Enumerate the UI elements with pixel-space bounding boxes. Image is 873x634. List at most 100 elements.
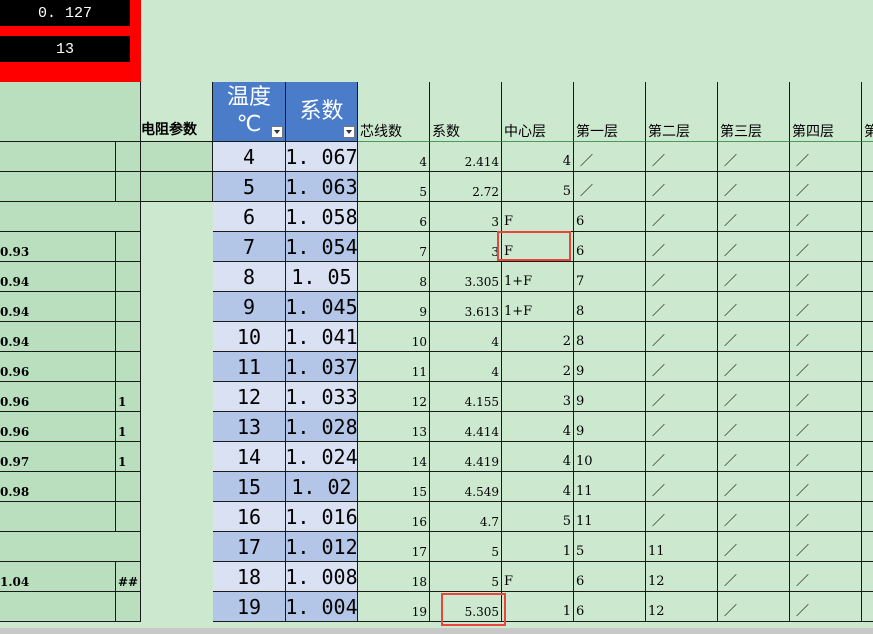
row-core-count[interactable]: 13: [358, 412, 430, 442]
row-layer-1[interactable]: 8: [574, 292, 646, 322]
row-layer-4[interactable]: ／: [790, 502, 862, 532]
row-layer-5[interactable]: [862, 262, 873, 292]
row-layer-1[interactable]: 8: [574, 322, 646, 352]
row-coef[interactable]: 3: [430, 232, 502, 262]
header-coefficient[interactable]: 系数: [286, 82, 358, 142]
row-flag[interactable]: [116, 472, 141, 502]
row-layer-2[interactable]: ／: [646, 442, 718, 472]
row-flag[interactable]: [116, 142, 141, 172]
row-param-blank[interactable]: [141, 142, 213, 172]
row-temperature[interactable]: 9: [213, 292, 286, 322]
row-center-layer[interactable]: 3: [502, 382, 574, 412]
row-center-layer[interactable]: 4: [502, 472, 574, 502]
row-param-value[interactable]: [0, 142, 116, 172]
row-core-count[interactable]: 8: [358, 262, 430, 292]
row-param-value[interactable]: [0, 202, 141, 232]
row-center-layer[interactable]: F: [502, 562, 574, 592]
row-param-value[interactable]: [0, 172, 116, 202]
row-layer-4[interactable]: ／: [790, 532, 862, 562]
row-temp-coefficient[interactable]: 1. 012: [286, 532, 358, 562]
row-temperature[interactable]: 8: [213, 262, 286, 292]
row-coef[interactable]: 4.419: [430, 442, 502, 472]
row-param-blank[interactable]: [141, 352, 213, 382]
row-layer-1[interactable]: 9: [574, 382, 646, 412]
row-coef[interactable]: 5: [430, 562, 502, 592]
row-layer-4[interactable]: ／: [790, 352, 862, 382]
row-layer-1[interactable]: 6: [574, 562, 646, 592]
row-param-value[interactable]: 0.96: [0, 382, 116, 412]
row-layer-5[interactable]: [862, 532, 873, 562]
row-center-layer[interactable]: 4: [502, 442, 574, 472]
row-layer-3[interactable]: ／: [718, 472, 790, 502]
row-temp-coefficient[interactable]: 1. 045: [286, 292, 358, 322]
row-layer-2[interactable]: ／: [646, 412, 718, 442]
row-layer-2[interactable]: ／: [646, 292, 718, 322]
row-center-layer[interactable]: 5: [502, 172, 574, 202]
row-layer-1[interactable]: 9: [574, 352, 646, 382]
row-core-count[interactable]: 16: [358, 502, 430, 532]
row-layer-1[interactable]: 5: [574, 532, 646, 562]
row-flag[interactable]: [116, 502, 141, 532]
row-coef[interactable]: 5: [430, 532, 502, 562]
header-layer-2[interactable]: 第二层: [646, 82, 718, 142]
row-center-layer[interactable]: 4: [502, 142, 574, 172]
row-layer-3[interactable]: ／: [718, 202, 790, 232]
row-temp-coefficient[interactable]: 1. 028: [286, 412, 358, 442]
row-coef[interactable]: 4.7: [430, 502, 502, 532]
row-temperature[interactable]: 14: [213, 442, 286, 472]
row-layer-5[interactable]: [862, 562, 873, 592]
row-coef[interactable]: 5.305: [430, 592, 502, 622]
row-core-count[interactable]: 11: [358, 352, 430, 382]
row-core-count[interactable]: 10: [358, 322, 430, 352]
row-param-value[interactable]: 0.93: [0, 232, 116, 262]
row-coef[interactable]: 4.549: [430, 472, 502, 502]
row-param-blank[interactable]: [141, 592, 213, 622]
row-param-value[interactable]: 0.94: [0, 292, 116, 322]
row-layer-3[interactable]: ／: [718, 382, 790, 412]
header-blank-a[interactable]: [0, 82, 141, 142]
row-layer-3[interactable]: ／: [718, 262, 790, 292]
row-core-count[interactable]: 4: [358, 142, 430, 172]
row-layer-1[interactable]: ／: [574, 172, 646, 202]
row-param-value[interactable]: [0, 532, 141, 562]
header-layer-4[interactable]: 第四层: [790, 82, 862, 142]
row-temp-coefficient[interactable]: 1. 024: [286, 442, 358, 472]
row-param-blank[interactable]: [141, 262, 213, 292]
row-layer-4[interactable]: ／: [790, 292, 862, 322]
row-layer-4[interactable]: ／: [790, 442, 862, 472]
row-layer-4[interactable]: ／: [790, 412, 862, 442]
row-layer-2[interactable]: ／: [646, 232, 718, 262]
row-param-blank[interactable]: [141, 202, 213, 232]
row-param-blank[interactable]: [141, 292, 213, 322]
header-core-count[interactable]: 芯线数: [358, 82, 430, 142]
row-coef[interactable]: 4.155: [430, 382, 502, 412]
row-flag[interactable]: [116, 172, 141, 202]
row-temp-coefficient[interactable]: 1. 054: [286, 232, 358, 262]
row-temperature[interactable]: 10: [213, 322, 286, 352]
row-param-value[interactable]: [0, 502, 116, 532]
row-layer-3[interactable]: ／: [718, 142, 790, 172]
row-param-value[interactable]: 0.96: [0, 352, 116, 382]
row-temperature[interactable]: 13: [213, 412, 286, 442]
row-center-layer[interactable]: F: [502, 232, 574, 262]
row-center-layer[interactable]: 2: [502, 352, 574, 382]
row-layer-3[interactable]: ／: [718, 592, 790, 622]
row-layer-5[interactable]: [862, 142, 873, 172]
row-temp-coefficient[interactable]: 1. 067: [286, 142, 358, 172]
row-param-value[interactable]: 0.94: [0, 322, 116, 352]
row-core-count[interactable]: 17: [358, 532, 430, 562]
row-layer-2[interactable]: ／: [646, 472, 718, 502]
row-layer-1[interactable]: 9: [574, 412, 646, 442]
row-param-blank[interactable]: [141, 502, 213, 532]
top-value-cell-1[interactable]: 0. 127: [0, 0, 130, 26]
row-layer-4[interactable]: ／: [790, 202, 862, 232]
row-layer-5[interactable]: [862, 382, 873, 412]
row-layer-2[interactable]: ／: [646, 262, 718, 292]
row-layer-2[interactable]: 12: [646, 592, 718, 622]
row-center-layer[interactable]: 1+F: [502, 262, 574, 292]
row-layer-5[interactable]: [862, 352, 873, 382]
row-temperature[interactable]: 17: [213, 532, 286, 562]
row-flag[interactable]: [116, 292, 141, 322]
row-flag[interactable]: 1: [116, 412, 141, 442]
row-layer-4[interactable]: ／: [790, 592, 862, 622]
